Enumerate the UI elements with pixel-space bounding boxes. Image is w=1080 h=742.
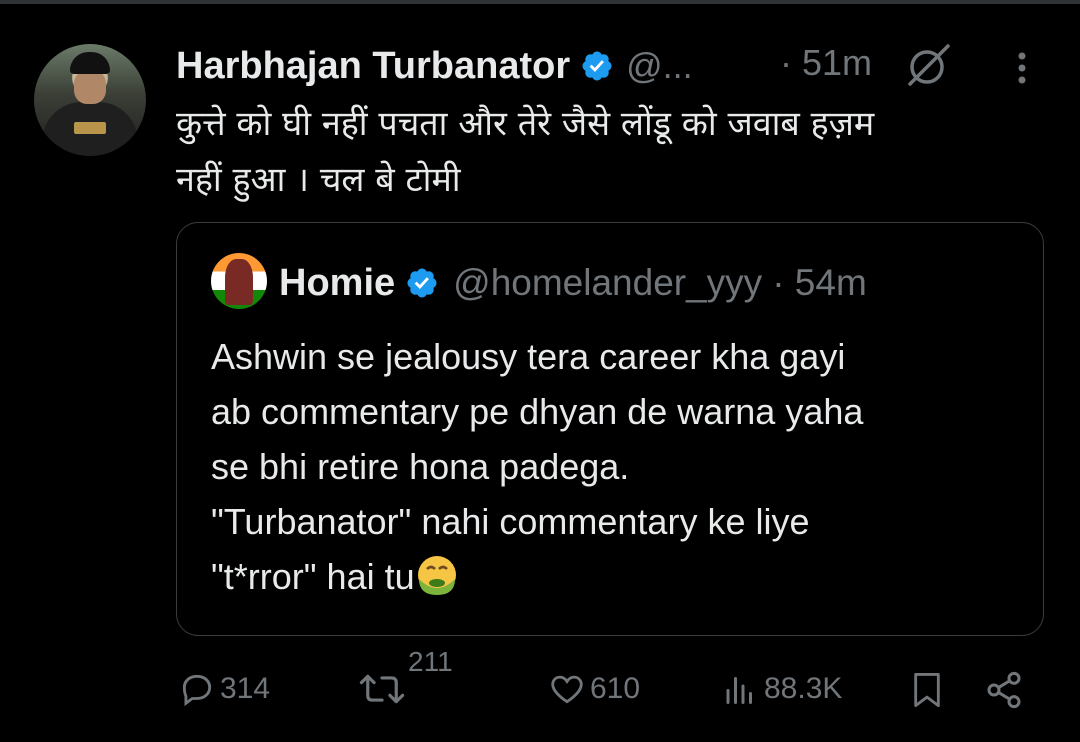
- author-name[interactable]: Harbhajan Turbanator: [176, 45, 570, 88]
- nauseated-face-emoji: [417, 556, 456, 595]
- bookmark-icon: [914, 673, 940, 707]
- like-count: 610: [590, 672, 641, 705]
- action-bar: 314 610 88.3K: [0, 650, 1080, 730]
- tweet-header: Harbhajan Turbanator @...: [176, 40, 693, 92]
- grok-icon[interactable]: [904, 40, 954, 90]
- quoted-author-name[interactable]: Homie: [279, 262, 395, 305]
- quoted-tweet-header: Homie @homelander_yyy · 54m: [279, 255, 867, 311]
- quoted-author-avatar[interactable]: [211, 253, 267, 309]
- verified-badge-icon: [582, 51, 612, 81]
- more-icon[interactable]: [1010, 48, 1034, 88]
- views-icon: [726, 677, 752, 704]
- reply-button[interactable]: 314: [178, 670, 270, 708]
- like-button[interactable]: 610: [548, 670, 640, 708]
- author-avatar[interactable]: [34, 44, 146, 156]
- tweet-text-line: नहीं हुआ । चल बे टोमी: [176, 160, 461, 200]
- quoted-tweet-timestamp[interactable]: · 54m: [772, 262, 867, 304]
- repost-button[interactable]: [358, 670, 406, 708]
- reply-count: 314: [220, 672, 271, 705]
- share-button[interactable]: [984, 670, 1024, 710]
- views-count: 88.3K: [764, 672, 843, 705]
- quoted-author-handle[interactable]: @homelander_yyy: [453, 262, 762, 304]
- reply-icon: [182, 674, 212, 707]
- tweet-timestamp[interactable]: · 51m: [780, 42, 872, 84]
- quoted-tweet-text: Ashwin se jealousy tera career kha gayi …: [211, 329, 1021, 604]
- tweet-text: कुत्ते को घी नहीं पचता और तेरे जैसे लोंड…: [176, 96, 1036, 208]
- author-handle[interactable]: @...: [626, 45, 693, 87]
- bookmark-button[interactable]: [910, 670, 944, 710]
- quoted-tweet[interactable]: Homie @homelander_yyy · 54m Ashwin se je…: [176, 222, 1044, 636]
- like-icon: [551, 675, 583, 704]
- tweet-text-line: कुत्ते को घी नहीं पचता और तेरे जैसे लोंड…: [176, 104, 875, 144]
- views-button[interactable]: 88.3K: [722, 670, 842, 708]
- top-divider: [0, 0, 1080, 4]
- verified-badge-icon: [407, 268, 437, 298]
- repost-icon: [359, 674, 405, 704]
- quoted-tweet-body: Ashwin se jealousy tera career kha gayi …: [211, 336, 864, 597]
- share-icon: [987, 671, 1021, 709]
